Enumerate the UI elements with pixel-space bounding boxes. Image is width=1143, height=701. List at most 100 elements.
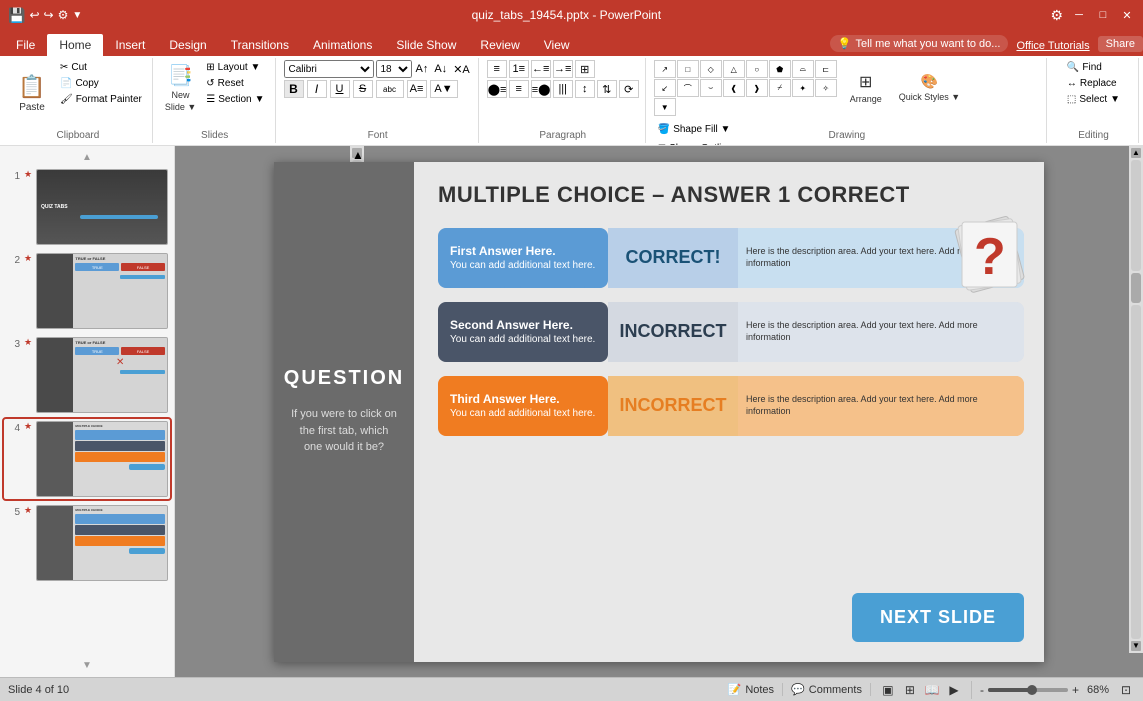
column-button[interactable]: ⊞ — [575, 60, 595, 78]
reading-view-button[interactable]: 📖 — [923, 681, 941, 699]
answer-box-3[interactable]: Third Answer Here. You can add additiona… — [438, 376, 608, 436]
tab-animations[interactable]: Animations — [301, 34, 384, 56]
slide-img-3[interactable]: TRUE or FALSE TRUE FALSE ✕ — [36, 337, 168, 413]
shape-2[interactable]: □ — [677, 60, 699, 78]
shape-8[interactable]: ⊏ — [815, 60, 837, 78]
share-button[interactable]: Share — [1098, 36, 1143, 52]
replace-button[interactable]: ↔ Replace — [1063, 76, 1121, 91]
shape-7[interactable]: ⌓ — [792, 60, 814, 78]
office-tutorials-link[interactable]: Office Tutorials — [1016, 40, 1089, 52]
format-painter-button[interactable]: 🖌 Format Painter — [56, 92, 146, 107]
zoom-level[interactable]: 68% — [1087, 684, 1109, 696]
bullets-button[interactable]: ≡ — [487, 60, 507, 78]
autosave-icon[interactable]: ⚙ — [58, 8, 69, 22]
tab-transitions[interactable]: Transitions — [219, 34, 301, 56]
tab-review[interactable]: Review — [468, 34, 531, 56]
decrease-indent-button[interactable]: ←≡ — [531, 60, 551, 78]
increase-indent-button[interactable]: →≡ — [553, 60, 573, 78]
find-button[interactable]: 🔍 Find — [1063, 60, 1106, 75]
shape-4[interactable]: △ — [723, 60, 745, 78]
select-button[interactable]: ⬚ Select ▼ — [1063, 92, 1124, 107]
shape-1[interactable]: ↗ — [654, 60, 676, 78]
help-search[interactable]: 💡 Tell me what you want to do... — [830, 35, 1009, 52]
notes-button[interactable]: 📝 Notes — [728, 683, 783, 696]
shape-10[interactable]: ⌒ — [677, 79, 699, 97]
smallcaps-button[interactable]: abc — [376, 80, 404, 98]
slide-thumb-2[interactable]: 2 ★ TRUE or FALSE TRUE FALSE — [4, 251, 170, 331]
scroll-up-button[interactable]: ▲ — [4, 152, 170, 163]
justify-button[interactable]: ||| — [553, 80, 573, 98]
shape-12[interactable]: ❰ — [723, 79, 745, 97]
vertical-scroll-right[interactable]: ▲ ▼ — [1129, 146, 1143, 653]
undo-icon[interactable]: ↩ — [29, 8, 39, 22]
answer-box-2[interactable]: Second Answer Here. You can add addition… — [438, 302, 608, 362]
settings-icon[interactable]: ⚙ — [1050, 7, 1063, 24]
shape-3[interactable]: ◇ — [700, 60, 722, 78]
slideshow-button[interactable]: ▶ — [945, 681, 963, 699]
convert-to-smartart-button[interactable]: ⟳ — [619, 80, 639, 98]
bold-button[interactable]: B — [284, 80, 304, 98]
next-slide-button[interactable]: NEXT SLIDE — [852, 593, 1024, 642]
numbering-button[interactable]: 1≡ — [509, 60, 529, 78]
close-button[interactable]: ✕ — [1119, 7, 1135, 23]
shape-11[interactable]: ⌣ — [700, 79, 722, 97]
cut-button[interactable]: ✂ Cut — [56, 60, 146, 75]
normal-view-button[interactable]: ▣ — [879, 681, 897, 699]
question-text[interactable]: If you were to click on the first tab, w… — [290, 406, 398, 456]
font-color-button[interactable]: A▼ — [430, 80, 458, 98]
strikethrough-button[interactable]: S — [353, 80, 373, 98]
tab-design[interactable]: Design — [157, 34, 218, 56]
shape-15[interactable]: ✦ — [792, 79, 814, 97]
increase-font-button[interactable]: A↑ — [414, 62, 431, 76]
copy-button[interactable]: 📄 Copy — [56, 76, 146, 91]
tab-file[interactable]: File — [4, 34, 47, 56]
slide-thumb-5[interactable]: 5 ★ MULTIPLE CHOICE — [4, 503, 170, 583]
slide-sorter-button[interactable]: ⊞ — [901, 681, 919, 699]
scroll-down-button[interactable]: ▼ — [4, 660, 170, 671]
align-right-button[interactable]: ≡⬤ — [531, 80, 551, 98]
fit-slide-button[interactable]: ⊡ — [1117, 681, 1135, 699]
shape-16[interactable]: ✧ — [815, 79, 837, 97]
line-spacing-button[interactable]: ↕ — [575, 80, 595, 98]
shape-14[interactable]: ⌿ — [769, 79, 791, 97]
comments-button[interactable]: 💬 Comments — [791, 683, 871, 696]
slide-img-2[interactable]: TRUE or FALSE TRUE FALSE — [36, 253, 168, 329]
quick-styles-button[interactable]: 🎨 Quick Styles ▼ — [895, 60, 964, 115]
zoom-out-button[interactable]: - — [980, 683, 984, 697]
shape-13[interactable]: ❱ — [746, 79, 768, 97]
shape-outline-button[interactable]: ⊡ Shape Outline ▼ — [654, 139, 752, 146]
shape-5[interactable]: ○ — [746, 60, 768, 78]
layout-button[interactable]: ⊞ Layout ▼ — [202, 60, 268, 75]
maximize-button[interactable]: □ — [1095, 7, 1111, 23]
slide-thumb-1[interactable]: 1 ★ QUIZ TABS — [4, 167, 170, 247]
zoom-in-button[interactable]: + — [1072, 683, 1079, 697]
slide-img-5[interactable]: MULTIPLE CHOICE — [36, 505, 168, 581]
italic-button[interactable]: I — [307, 80, 327, 98]
text-direction-button[interactable]: ⇅ — [597, 80, 617, 98]
decrease-font-button[interactable]: A↓ — [432, 62, 449, 76]
answer-box-1[interactable]: First Answer Here. You can add additiona… — [438, 228, 608, 288]
clear-format-button[interactable]: ✕A — [451, 62, 472, 77]
tab-insert[interactable]: Insert — [103, 34, 157, 56]
slide-img-1[interactable]: QUIZ TABS — [36, 169, 168, 245]
tab-slide-show[interactable]: Slide Show — [384, 34, 468, 56]
minimize-button[interactable]: ─ — [1071, 7, 1087, 23]
slide-img-4[interactable]: MULTIPLE CHOICE — [36, 421, 168, 497]
shape-6[interactable]: ⬟ — [769, 60, 791, 78]
align-left-button[interactable]: ⬤≡ — [487, 80, 507, 98]
underline-button[interactable]: U — [330, 80, 350, 98]
font-family-select[interactable]: Calibri — [284, 60, 374, 78]
tab-view[interactable]: View — [532, 34, 582, 56]
shape-more[interactable]: ▼ — [654, 98, 676, 116]
new-slide-button[interactable]: 📑 New Slide ▼ — [161, 60, 200, 115]
save-icon[interactable]: 💾 — [8, 7, 25, 24]
shape-9[interactable]: ↙ — [654, 79, 676, 97]
slide-thumb-3[interactable]: 3 ★ TRUE or FALSE TRUE FALSE ✕ — [4, 335, 170, 415]
zoom-slider[interactable] — [988, 688, 1068, 692]
reset-button[interactable]: ↺ Reset — [202, 76, 268, 91]
section-button[interactable]: ☰ Section ▼ — [202, 92, 268, 107]
redo-icon[interactable]: ↪ — [44, 8, 54, 22]
shape-fill-button[interactable]: 🪣 Shape Fill ▼ — [654, 120, 752, 138]
arrange-button[interactable]: ⊞ Arrange — [841, 60, 891, 115]
font-size-select[interactable]: 18 — [376, 60, 412, 78]
